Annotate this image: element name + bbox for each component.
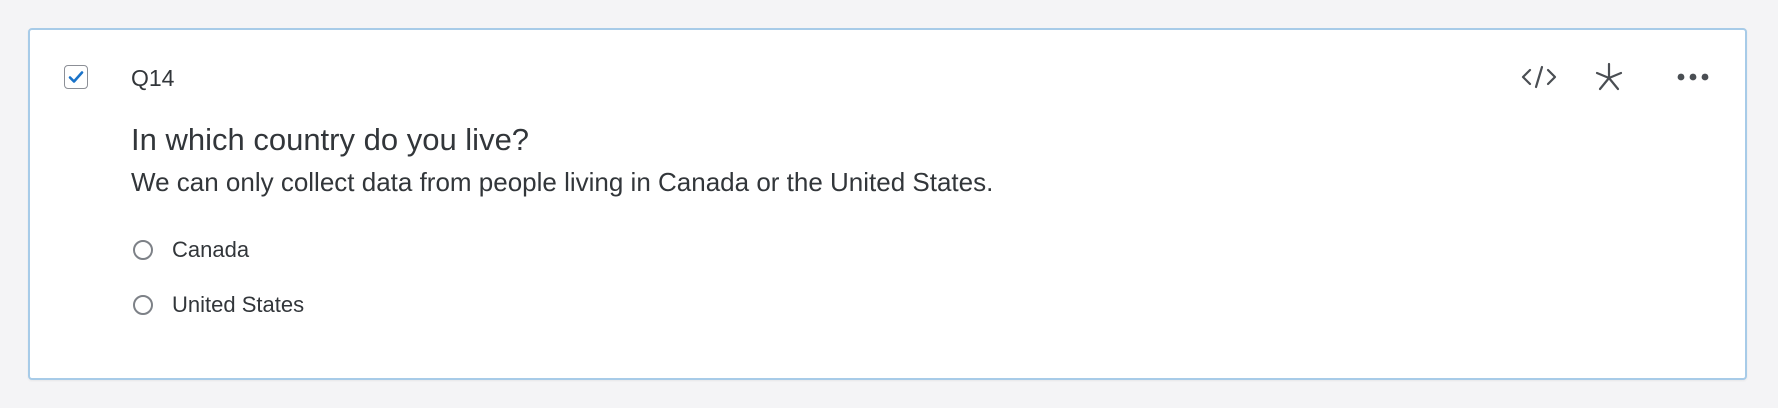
choice-label: United States bbox=[172, 292, 305, 317]
asterisk-icon bbox=[1595, 62, 1623, 91]
radio-button[interactable] bbox=[133, 295, 153, 315]
question-title: In which country do you live? bbox=[131, 122, 530, 157]
choice-united-states[interactable]: United States bbox=[133, 291, 304, 319]
code-icon bbox=[1521, 65, 1557, 89]
radio-button[interactable] bbox=[133, 240, 153, 260]
question-select-checkbox[interactable] bbox=[64, 65, 88, 89]
code-button[interactable] bbox=[1517, 60, 1561, 94]
more-options-button[interactable] bbox=[1671, 60, 1715, 94]
question-description: We can only collect data from people liv… bbox=[131, 167, 994, 197]
required-button[interactable] bbox=[1587, 60, 1631, 94]
choice-list: Canada United States bbox=[133, 236, 304, 346]
choice-canada[interactable]: Canada bbox=[133, 236, 304, 264]
more-icon bbox=[1677, 73, 1709, 81]
choice-label: Canada bbox=[172, 237, 250, 262]
question-id: Q14 bbox=[131, 65, 175, 91]
checkmark-icon bbox=[68, 71, 84, 83]
question-card[interactable]: Q14 In which country do you live? We can… bbox=[28, 28, 1747, 380]
